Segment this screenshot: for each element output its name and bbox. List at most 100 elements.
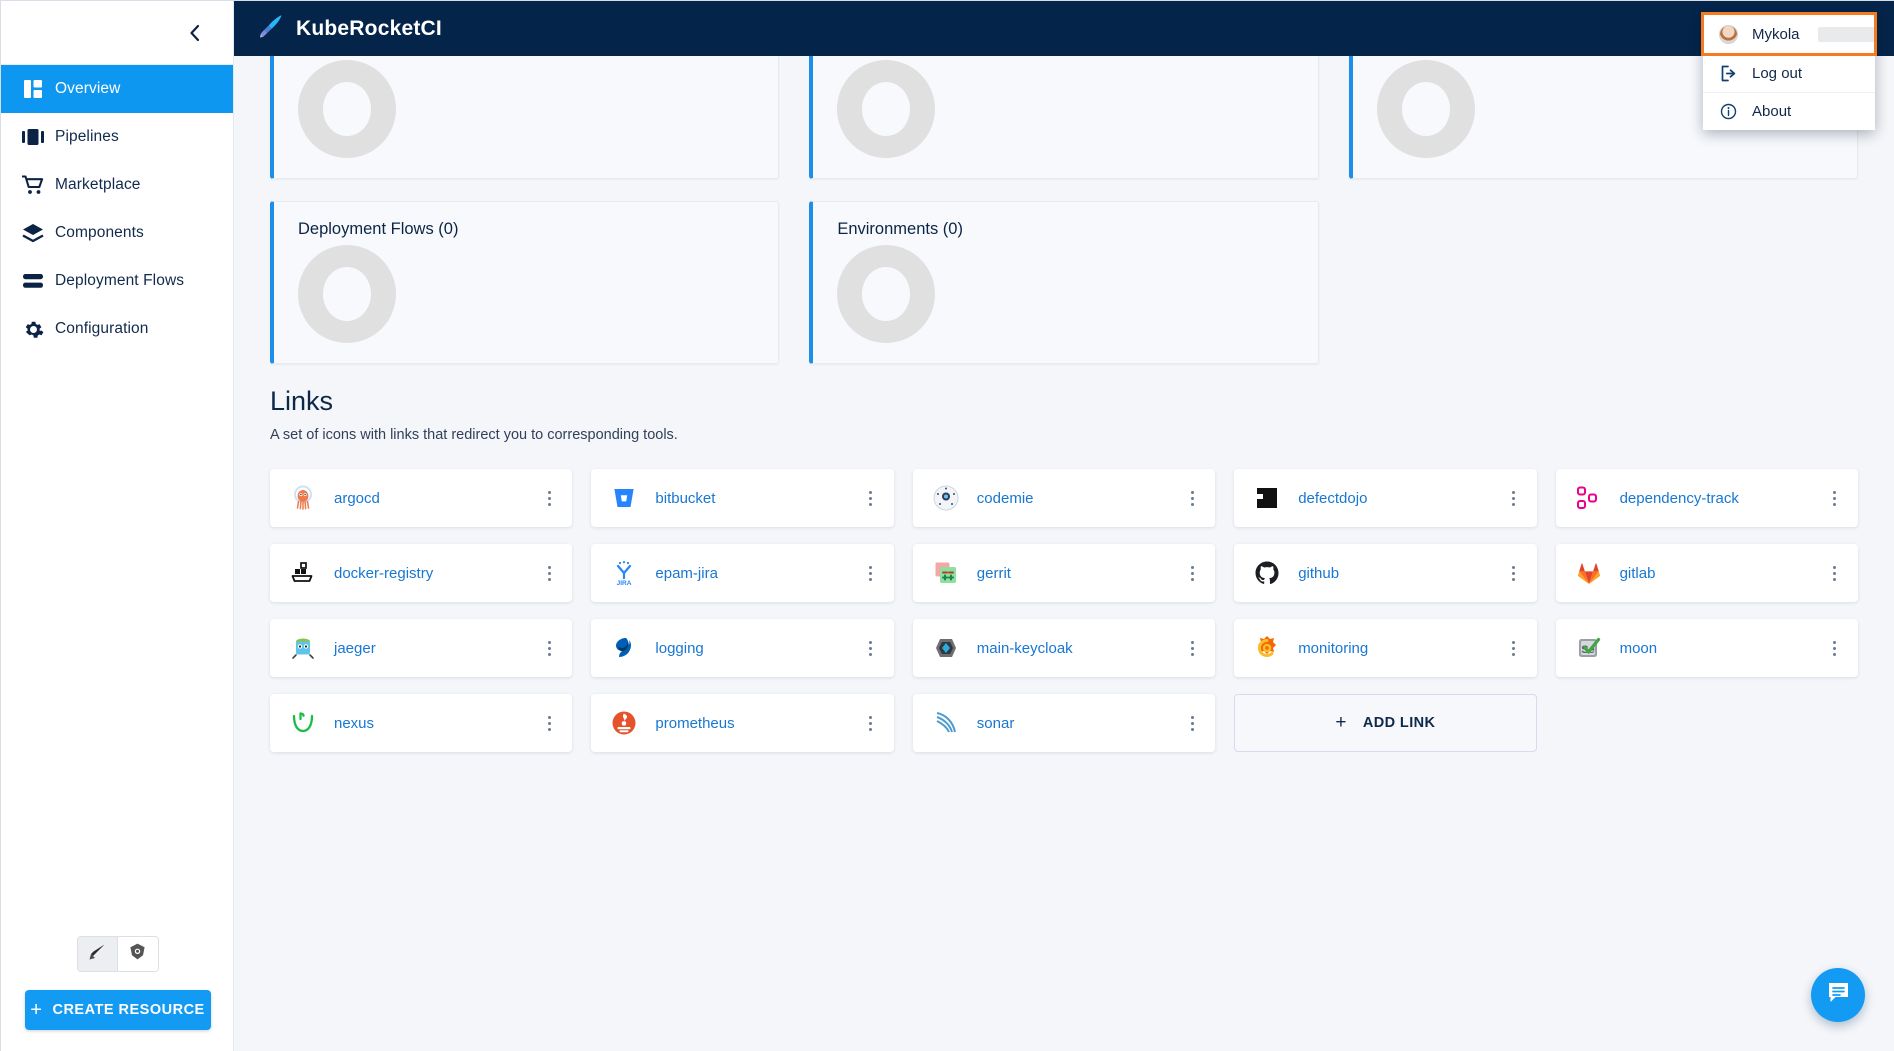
links-grid: argocd bitbucket codemie <box>270 469 1858 752</box>
more-vertical-icon[interactable] <box>860 485 882 511</box>
codemie-icon <box>931 483 961 513</box>
link-card-codemie[interactable]: codemie <box>913 469 1215 527</box>
brand-title: KubeRocketCI <box>296 17 442 41</box>
sidebar-item-deployment-flows[interactable]: Deployment Flows <box>1 257 233 305</box>
more-vertical-icon[interactable] <box>860 635 882 661</box>
link-card-moon[interactable]: Se moon <box>1556 619 1858 677</box>
link-card-prometheus[interactable]: prometheus <box>591 694 893 752</box>
add-link-button[interactable]: + ADD LINK <box>1234 694 1536 752</box>
user-dropdown-menu: Mykola Log out About <box>1703 14 1875 130</box>
donut-chart-placeholder <box>837 245 935 343</box>
more-vertical-icon[interactable] <box>538 635 560 661</box>
main-content: Deployment Flows (0) Environments (0) Li… <box>234 56 1894 1051</box>
link-card-main-keycloak[interactable]: main-keycloak <box>913 619 1215 677</box>
more-vertical-icon[interactable] <box>1181 485 1203 511</box>
link-card-gitlab[interactable]: gitlab <box>1556 544 1858 602</box>
more-vertical-icon[interactable] <box>538 710 560 736</box>
stat-card-title: Deployment Flows (0) <box>298 220 754 239</box>
sidebar-collapse-button[interactable] <box>181 20 207 46</box>
more-vertical-icon[interactable] <box>1503 560 1525 586</box>
link-card-argocd[interactable]: argocd <box>270 469 572 527</box>
donut-chart-placeholder <box>298 60 396 158</box>
link-label: logging <box>655 640 859 657</box>
view-toggle-kuberocketci[interactable] <box>78 937 118 971</box>
link-card-bitbucket[interactable]: bitbucket <box>591 469 893 527</box>
link-card-dependency-track[interactable]: dependency-track <box>1556 469 1858 527</box>
link-card-jaeger[interactable]: jaeger <box>270 619 572 677</box>
gear-icon <box>11 319 55 340</box>
svg-text:JIRA: JIRA <box>617 580 632 586</box>
donut-chart-placeholder <box>837 60 935 158</box>
link-card-logging[interactable]: logging <box>591 619 893 677</box>
more-vertical-icon[interactable] <box>1181 710 1203 736</box>
avatar <box>1719 25 1738 44</box>
more-vertical-icon[interactable] <box>538 560 560 586</box>
link-label: bitbucket <box>655 490 859 507</box>
link-label: gitlab <box>1620 565 1824 582</box>
sidebar-item-configuration[interactable]: Configuration <box>1 305 233 353</box>
link-card-epam-jira[interactable]: JIRA epam-jira <box>591 544 893 602</box>
link-label: gerrit <box>977 565 1181 582</box>
rocket-pen-icon <box>258 13 284 44</box>
view-toggle-group <box>77 936 159 972</box>
more-vertical-icon[interactable] <box>1181 635 1203 661</box>
stat-card[interactable] <box>809 56 1318 179</box>
more-vertical-icon[interactable] <box>1503 635 1525 661</box>
jaeger-icon <box>288 633 318 663</box>
more-vertical-icon[interactable] <box>860 710 882 736</box>
link-label: dependency-track <box>1620 490 1824 507</box>
stat-cards-bottom-row: Deployment Flows (0) Environments (0) <box>270 201 1858 364</box>
more-vertical-icon[interactable] <box>1824 560 1846 586</box>
chat-fab-button[interactable] <box>1811 968 1865 1022</box>
menu-item-user[interactable]: Mykola <box>1703 14 1875 54</box>
sidebar-item-label: Marketplace <box>55 176 141 194</box>
link-card-defectdojo[interactable]: defectdojo <box>1234 469 1536 527</box>
links-section-title: Links <box>270 386 1858 417</box>
more-vertical-icon[interactable] <box>860 560 882 586</box>
dependency-track-icon <box>1574 483 1604 513</box>
rocket-pen-icon <box>88 943 106 966</box>
create-resource-button[interactable]: + CREATE RESOURCE <box>25 990 211 1030</box>
link-card-gerrit[interactable]: gerrit <box>913 544 1215 602</box>
sidebar-item-components[interactable]: Components <box>1 209 233 257</box>
sidebar-item-marketplace[interactable]: Marketplace <box>1 161 233 209</box>
sidebar-item-overview[interactable]: Overview <box>1 65 233 113</box>
grafana-icon <box>1252 633 1282 663</box>
more-vertical-icon[interactable] <box>1503 485 1525 511</box>
stat-card-deployment-flows[interactable]: Deployment Flows (0) <box>270 201 779 364</box>
links-section-subtitle: A set of icons with links that redirect … <box>270 427 1858 443</box>
stat-card-environments[interactable]: Environments (0) <box>809 201 1318 364</box>
menu-item-label: Mykola <box>1752 26 1800 43</box>
link-card-github[interactable]: github <box>1234 544 1536 602</box>
more-vertical-icon[interactable] <box>538 485 560 511</box>
more-vertical-icon[interactable] <box>1824 635 1846 661</box>
defectdojo-icon <box>1252 483 1282 513</box>
more-vertical-icon[interactable] <box>1181 560 1203 586</box>
link-label: monitoring <box>1298 640 1502 657</box>
link-card-sonar[interactable]: sonar <box>913 694 1215 752</box>
donut-chart-placeholder <box>298 245 396 343</box>
chevron-left-icon <box>188 24 201 42</box>
menu-item-logout[interactable]: Log out <box>1703 54 1875 92</box>
sidebar-item-label: Configuration <box>55 320 149 338</box>
more-vertical-icon[interactable] <box>1824 485 1846 511</box>
stat-card[interactable] <box>270 56 779 179</box>
donut-chart-placeholder <box>1377 60 1475 158</box>
link-card-docker-registry[interactable]: docker-registry <box>270 544 572 602</box>
link-label: main-keycloak <box>977 640 1181 657</box>
menu-item-about[interactable]: About <box>1703 92 1875 130</box>
menu-item-label: About <box>1752 103 1791 120</box>
app-root: Overview Pipelines Marketplace Component… <box>0 0 1894 1051</box>
github-icon <box>1252 558 1282 588</box>
link-card-monitoring[interactable]: monitoring <box>1234 619 1536 677</box>
brand[interactable]: KubeRocketCI <box>258 13 442 44</box>
jira-icon: JIRA <box>609 558 639 588</box>
link-label: prometheus <box>655 715 859 732</box>
link-label: epam-jira <box>655 565 859 582</box>
keycloak-icon <box>931 633 961 663</box>
sidebar-item-pipelines[interactable]: Pipelines <box>1 113 233 161</box>
sidebar-item-label: Pipelines <box>55 128 119 146</box>
link-card-nexus[interactable]: nexus <box>270 694 572 752</box>
view-toggle-kubernetes[interactable] <box>117 937 157 971</box>
link-label: moon <box>1620 640 1824 657</box>
